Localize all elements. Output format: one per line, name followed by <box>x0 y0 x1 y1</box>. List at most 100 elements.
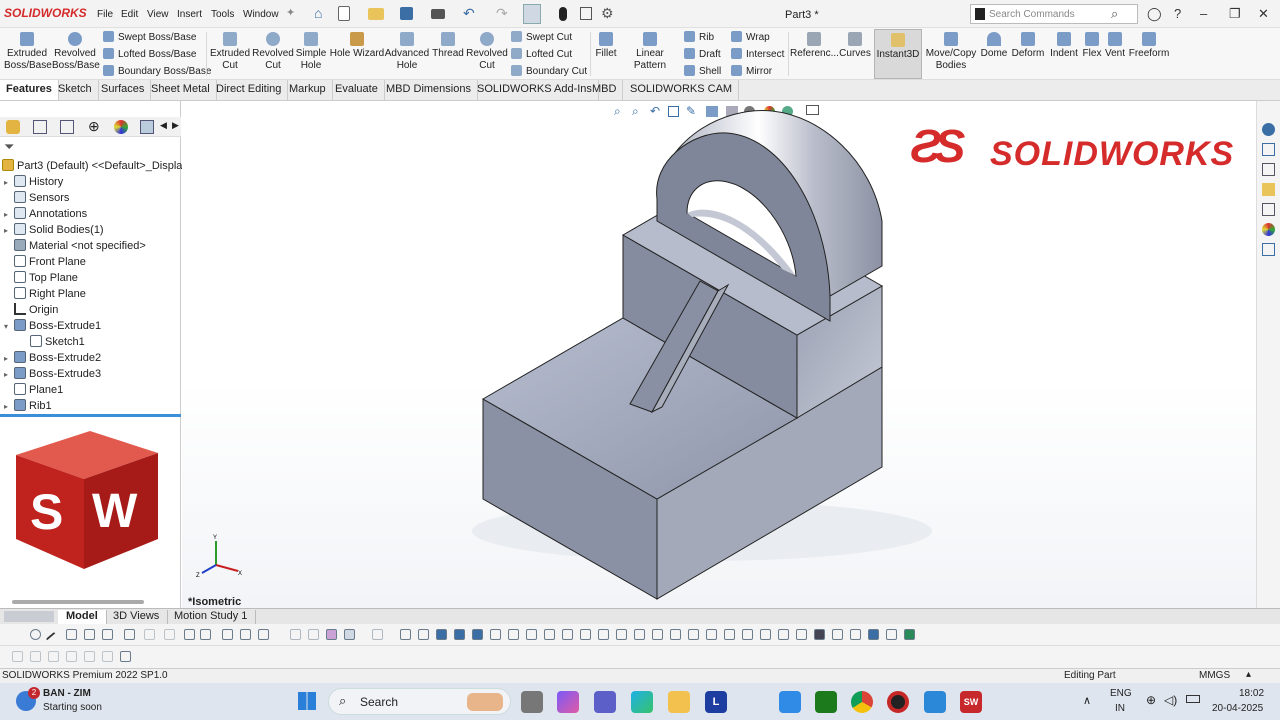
dimension-icon[interactable] <box>616 629 627 640</box>
camera-icon[interactable] <box>814 629 825 640</box>
teams-icon[interactable] <box>594 691 616 713</box>
filter-icon[interactable]: ⏷ <box>4 139 14 155</box>
mirror-entities-icon[interactable] <box>222 629 233 640</box>
center-icon[interactable] <box>598 629 609 640</box>
tab-scroll-arrows[interactable] <box>4 611 54 622</box>
wrap-button[interactable]: Wrap <box>731 31 770 43</box>
menu-edit[interactable]: Edit <box>121 9 138 20</box>
pin-icon[interactable]: ✦ <box>286 6 295 19</box>
tree-item-sensors[interactable]: Sensors <box>4 191 69 204</box>
balloon-icon[interactable] <box>796 629 807 640</box>
undo-icon[interactable]: ↶ <box>463 5 475 22</box>
tree-item-boss-extrude3[interactable]: ▸ Boss-Extrude3 <box>4 367 101 380</box>
task-view-icon[interactable] <box>521 691 543 713</box>
new-icon[interactable] <box>338 6 350 21</box>
traffic-light-icon[interactable] <box>559 7 567 21</box>
deform-button[interactable]: Deform <box>1010 32 1046 60</box>
chrome-icon[interactable] <box>851 691 873 713</box>
search-icon[interactable]: ⌕ <box>1111 6 1118 22</box>
swept-boss-button[interactable]: Swept Boss/Base <box>103 31 196 43</box>
home-icon[interactable]: ⌂ <box>314 5 332 23</box>
tolerance-icon[interactable] <box>778 629 789 640</box>
selection-filter-icon[interactable] <box>326 629 337 640</box>
xbox-icon[interactable] <box>815 691 837 713</box>
midpoint-icon[interactable] <box>580 629 591 640</box>
revolved-cut-button[interactable]: Revolved Cut <box>252 32 294 72</box>
account-icon[interactable]: ◯ <box>1147 6 1162 22</box>
options-gear-icon[interactable]: ⚙ <box>601 5 614 22</box>
point-icon[interactable] <box>400 629 411 640</box>
menu-window[interactable]: Window <box>243 9 279 20</box>
tree-item-boss-extrude1[interactable]: ▾ Boss-Extrude1 <box>4 319 101 332</box>
redo-icon[interactable]: ↷ <box>496 5 508 22</box>
thread-button[interactable]: Thread <box>431 32 465 60</box>
copilot-icon[interactable] <box>557 691 579 713</box>
curves-button[interactable]: Curves <box>838 32 872 60</box>
tree-item-material[interactable]: Material <not specified> <box>4 239 146 252</box>
select-icon[interactable] <box>523 4 541 24</box>
save-icon[interactable] <box>400 7 413 20</box>
extruded-boss-button[interactable]: Extruded Boss/Base <box>4 32 52 72</box>
configuration-manager-icon[interactable] <box>60 120 74 134</box>
tree-item-top-plane[interactable]: Top Plane <box>4 271 78 284</box>
tab-sheet-metal[interactable]: Sheet Metal <box>145 80 217 100</box>
tree-item-origin[interactable]: Origin <box>4 303 58 316</box>
convert-icon[interactable] <box>102 629 113 640</box>
tab-markup[interactable]: Markup <box>283 80 333 100</box>
volume-icon[interactable]: ◁) <box>1164 693 1177 707</box>
clock-date[interactable]: 20-04-2025 <box>1212 703 1263 714</box>
solidworks-resources-icon[interactable] <box>1262 123 1275 136</box>
revolved-cut-2-button[interactable]: Revolved Cut <box>465 32 509 72</box>
freeform-button[interactable]: Freeform <box>1128 32 1170 60</box>
tree-item-plane1[interactable]: Plane1 <box>4 383 63 396</box>
reference-geometry-button[interactable]: Referenc... <box>790 32 839 60</box>
filter-tool-icon[interactable] <box>372 629 383 640</box>
chevron-left-icon[interactable]: ◀ <box>160 120 167 131</box>
move-copy-bodies-button[interactable]: Move/Copy Bodies <box>924 32 978 72</box>
cosmetic-thread-icon[interactable] <box>760 629 771 640</box>
widget-title[interactable]: BAN - ZIM <box>43 688 91 699</box>
vscode-icon[interactable] <box>779 691 801 713</box>
edge-icon[interactable] <box>508 629 519 640</box>
custom-properties-icon[interactable] <box>1262 243 1275 256</box>
tree-item-history[interactable]: ▸ History <box>4 175 63 188</box>
datum-icon[interactable] <box>670 629 681 640</box>
vent-button[interactable]: Vent <box>1103 32 1127 60</box>
tree-item-solid-bodies[interactable]: ▸ Solid Bodies(1) <box>4 223 104 236</box>
gtol-icon[interactable] <box>652 629 663 640</box>
centerline-icon[interactable] <box>184 629 195 640</box>
surface-finish-icon[interactable] <box>706 629 717 640</box>
section-properties-icon[interactable] <box>868 629 879 640</box>
filter-tool-icon[interactable] <box>308 629 319 640</box>
chevron-up-icon[interactable]: ▴ <box>1246 669 1251 680</box>
tab-3d-views[interactable]: 3D Views <box>105 610 169 624</box>
mass-properties-icon[interactable] <box>850 629 861 640</box>
intersect-button[interactable]: Intersect <box>731 48 784 60</box>
tree-item-boss-extrude2[interactable]: ▸ Boss-Extrude2 <box>4 351 101 364</box>
flex-button[interactable]: Flex <box>1081 32 1103 60</box>
lofted-cut-button[interactable]: Lofted Cut <box>511 48 572 60</box>
revolved-boss-button[interactable]: Revolved Boss/Base <box>52 32 100 72</box>
display-manager-icon[interactable] <box>114 120 128 134</box>
lofted-boss-button[interactable]: Lofted Boss/Base <box>103 48 196 60</box>
circle-icon[interactable] <box>30 629 41 640</box>
tab-surfaces[interactable]: Surfaces <box>95 80 152 100</box>
measure-icon[interactable] <box>832 629 843 640</box>
face-icon[interactable] <box>526 629 537 640</box>
tree-item-annotations[interactable]: ▸ Annotations <box>4 207 87 220</box>
tree-item-right-plane[interactable]: Right Plane <box>4 287 86 300</box>
tree-root[interactable]: Part3 (Default) <<Default>_Display S <box>2 159 198 172</box>
block-icon[interactable] <box>742 629 753 640</box>
menu-tools[interactable]: Tools <box>211 9 234 20</box>
tab-mbd[interactable]: MBD <box>586 80 624 100</box>
l-app-icon[interactable]: L <box>705 691 727 713</box>
shell-button[interactable]: Shell <box>684 65 721 77</box>
help-icon[interactable]: ? <box>1174 6 1181 21</box>
zebra-stripes-icon[interactable] <box>904 629 915 640</box>
tray-chevron-up-icon[interactable]: ∧ <box>1083 694 1091 707</box>
menu-file[interactable]: File <box>97 9 113 20</box>
tab-motion-study[interactable]: Motion Study 1 <box>166 610 257 624</box>
restore-icon[interactable]: ❐ <box>1229 6 1241 22</box>
menu-view[interactable]: View <box>147 9 169 20</box>
tab-features[interactable]: Features <box>0 80 59 100</box>
